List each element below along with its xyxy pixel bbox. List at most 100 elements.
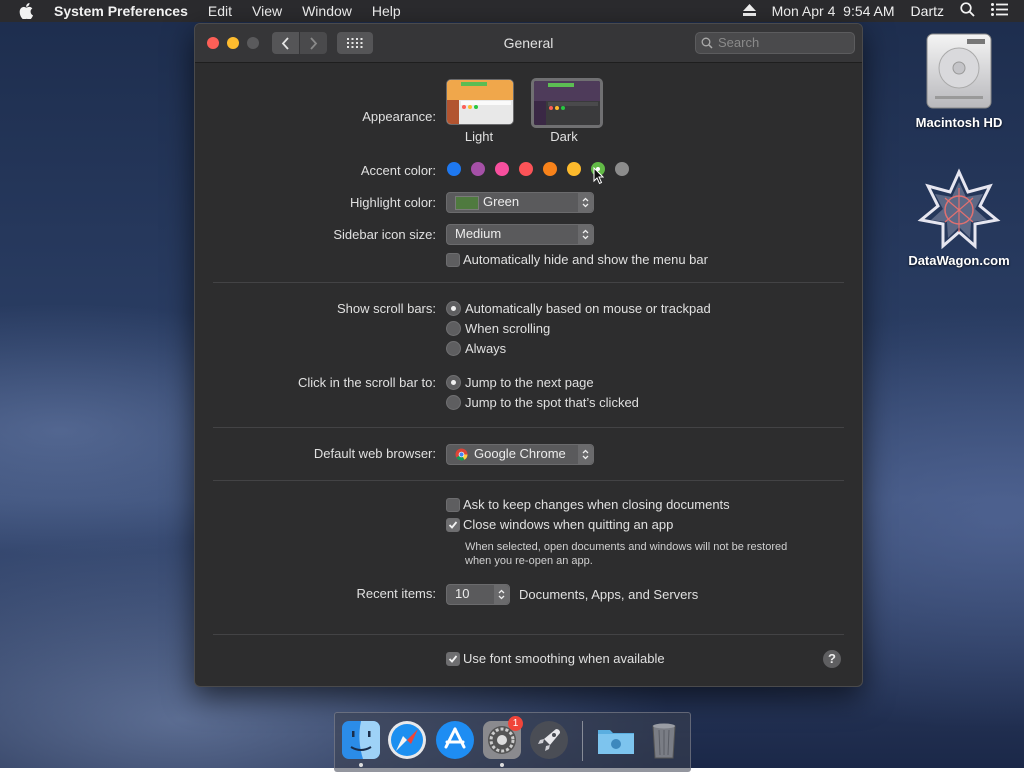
- sidebar-icon-size-label: Sidebar icon size:: [333, 227, 436, 242]
- accent-yellow-swatch[interactable]: [567, 162, 581, 176]
- accent-orange-swatch[interactable]: [543, 162, 557, 176]
- eject-icon[interactable]: [742, 3, 756, 19]
- search-field[interactable]: [695, 32, 855, 54]
- scroll-auto-radio[interactable]: [446, 301, 461, 316]
- ask-keep-changes-label[interactable]: Ask to keep changes when closing documen…: [463, 497, 730, 512]
- jump-to-spot-label[interactable]: Jump to the spot that’s clicked: [465, 395, 639, 410]
- edit-menu[interactable]: Edit: [208, 3, 232, 19]
- safari-compass-icon: [388, 721, 426, 759]
- running-indicator: [359, 763, 363, 767]
- datawagon-desktop-icon[interactable]: DataWagon.com: [903, 168, 1015, 268]
- notification-center-icon[interactable]: [991, 3, 1008, 19]
- default-browser-popup[interactable]: Google Chrome: [446, 444, 594, 465]
- appearance-dark-label: Dark: [550, 129, 578, 144]
- help-button[interactable]: ?: [823, 650, 841, 668]
- appearance-dark-thumbnail[interactable]: [531, 78, 603, 128]
- chrome-icon: [455, 448, 468, 461]
- window-menu[interactable]: Window: [302, 3, 352, 19]
- highlight-color-label: Highlight color:: [350, 195, 436, 210]
- appearance-label: Appearance:: [362, 109, 436, 124]
- scroll-always-label[interactable]: Always: [465, 341, 506, 356]
- section-divider: [213, 634, 844, 635]
- section-divider: [213, 480, 844, 481]
- trash-icon: [652, 723, 676, 759]
- mouse-cursor-icon: [593, 167, 604, 185]
- datawagon-label: DataWagon.com: [908, 253, 1010, 268]
- clock[interactable]: Mon Apr 4 9:54 AM: [772, 3, 895, 19]
- search-input[interactable]: [718, 34, 848, 51]
- view-menu[interactable]: View: [252, 3, 282, 19]
- close-windows-label[interactable]: Close windows when quitting an app: [463, 517, 673, 532]
- star-logo-icon: [917, 168, 1001, 250]
- app-store-icon: [436, 721, 474, 759]
- hard-drive-icon: [926, 33, 992, 109]
- running-indicator: [500, 763, 504, 767]
- popup-arrows-icon: [494, 585, 509, 604]
- popup-arrows-icon: [578, 225, 593, 244]
- window-titlebar: General: [195, 24, 862, 63]
- recent-items-value: 10: [455, 586, 470, 601]
- close-windows-note-line2: when you re-open an app.: [465, 555, 593, 567]
- recent-items-label: Recent items:: [356, 586, 436, 601]
- checkmark-icon: [448, 655, 458, 663]
- dock-app-store[interactable]: [435, 720, 475, 760]
- section-divider: [213, 427, 844, 428]
- dock-downloads-folder[interactable]: [596, 720, 636, 760]
- search-icon: [701, 36, 713, 54]
- help-menu[interactable]: Help: [372, 3, 401, 19]
- appearance-light-thumbnail[interactable]: [446, 79, 514, 125]
- sidebar-icon-size-value: Medium: [455, 226, 502, 241]
- launchpad-rocket-icon: [530, 721, 568, 759]
- general-preferences-window: General Appearance: Light Dark Accent co…: [194, 23, 863, 687]
- dock-trash[interactable]: [644, 720, 684, 760]
- default-browser-value: Google Chrome: [474, 446, 566, 461]
- menu-bar: System Preferences Edit View Window Help…: [0, 0, 1024, 22]
- font-smoothing-checkbox[interactable]: [446, 652, 460, 666]
- appearance-light-label: Light: [464, 129, 494, 144]
- jump-to-spot-radio[interactable]: [446, 395, 461, 410]
- auto-hide-menubar-label[interactable]: Automatically hide and show the menu bar: [463, 252, 708, 267]
- jump-next-page-radio[interactable]: [446, 375, 461, 390]
- macintosh-hd-desktop-icon[interactable]: Macintosh HD: [903, 30, 1015, 130]
- sidebar-icon-size-popup[interactable]: Medium: [446, 224, 594, 245]
- accent-purple-swatch[interactable]: [471, 162, 485, 176]
- dock-finder[interactable]: [341, 720, 381, 760]
- spotlight-icon[interactable]: [960, 2, 975, 20]
- jump-next-page-label[interactable]: Jump to the next page: [465, 375, 594, 390]
- accent-pink-swatch[interactable]: [495, 162, 509, 176]
- popup-arrows-icon: [578, 445, 593, 464]
- accent-blue-swatch[interactable]: [447, 162, 461, 176]
- folder-icon: [598, 730, 634, 754]
- section-divider: [213, 282, 844, 283]
- dock-launchpad[interactable]: [529, 720, 569, 760]
- click-scroll-bar-label: Click in the scroll bar to:: [298, 375, 436, 390]
- close-windows-note-line1: When selected, open documents and window…: [465, 541, 788, 553]
- default-browser-label: Default web browser:: [313, 446, 436, 461]
- ask-keep-changes-checkbox[interactable]: [446, 498, 460, 512]
- dock-separator: [582, 721, 583, 761]
- scroll-when-scrolling-radio[interactable]: [446, 321, 461, 336]
- app-menu[interactable]: System Preferences: [54, 3, 188, 19]
- accent-graphite-swatch[interactable]: [615, 162, 629, 176]
- font-smoothing-label[interactable]: Use font smoothing when available: [463, 651, 665, 666]
- finder-icon: [342, 721, 380, 759]
- scroll-when-scrolling-label[interactable]: When scrolling: [465, 321, 550, 336]
- scroll-always-radio[interactable]: [446, 341, 461, 356]
- recent-items-popup[interactable]: 10: [446, 584, 510, 605]
- dock: 1: [334, 712, 691, 772]
- user-menu[interactable]: Dartz: [911, 3, 944, 19]
- auto-hide-menubar-checkbox[interactable]: [446, 253, 460, 267]
- show-scroll-bars-label: Show scroll bars:: [337, 301, 436, 316]
- popup-arrows-icon: [578, 193, 593, 212]
- scroll-auto-label[interactable]: Automatically based on mouse or trackpad: [465, 301, 711, 316]
- accent-color-label: Accent color:: [360, 163, 436, 178]
- macintosh-hd-label: Macintosh HD: [915, 115, 1003, 130]
- dock-safari[interactable]: [387, 720, 427, 760]
- highlight-color-popup[interactable]: Green: [446, 192, 594, 213]
- close-windows-checkbox[interactable]: [446, 518, 460, 532]
- recent-items-suffix: Documents, Apps, and Servers: [519, 587, 699, 602]
- accent-red-swatch[interactable]: [519, 162, 533, 176]
- apple-menu-icon[interactable]: [19, 3, 37, 19]
- highlight-swatch: [455, 196, 479, 210]
- checkmark-icon: [448, 521, 458, 529]
